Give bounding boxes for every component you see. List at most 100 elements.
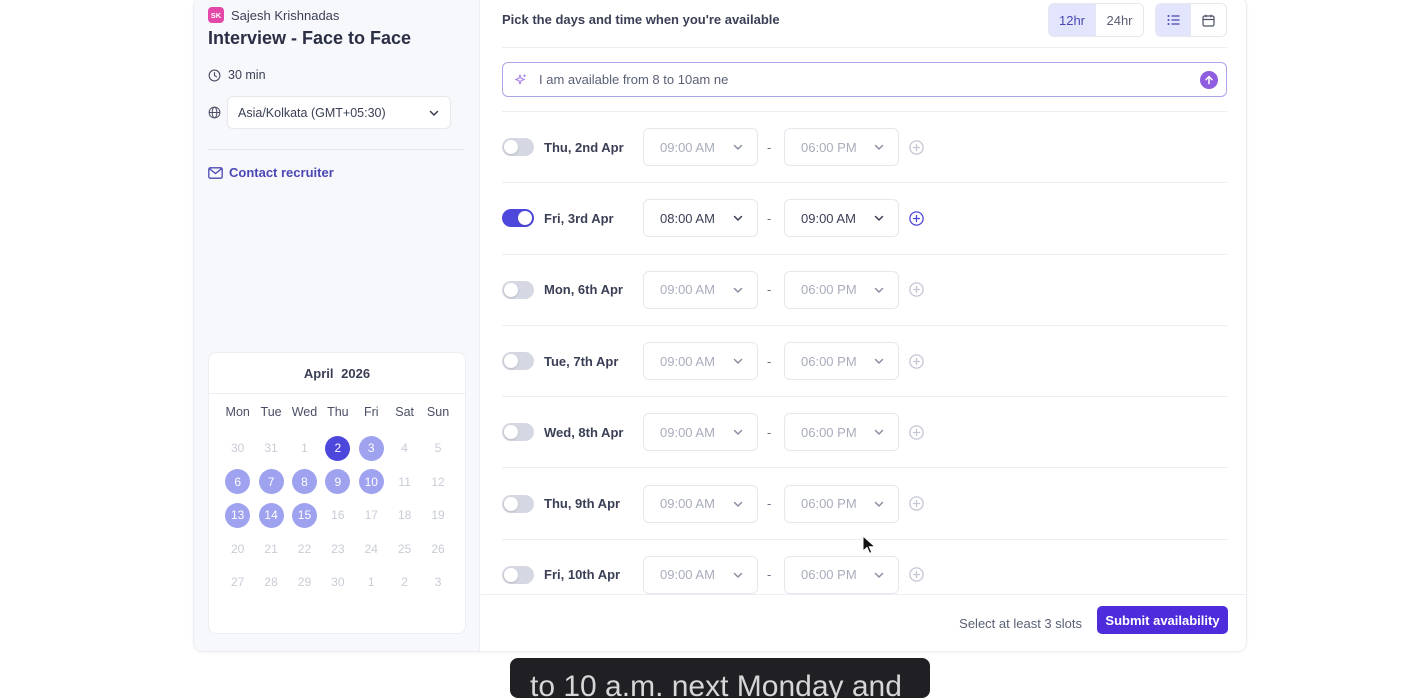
calendar-day-available[interactable]: 15: [288, 499, 321, 533]
timezone-select[interactable]: Asia/Kolkata (GMT+05:30): [227, 96, 451, 129]
add-slot-icon[interactable]: [909, 211, 924, 226]
calendar-day-available[interactable]: 7: [254, 465, 287, 499]
add-slot-icon[interactable]: [909, 282, 924, 297]
end-time-select[interactable]: 06:00 PM: [784, 555, 899, 594]
end-time-select[interactable]: 06:00 PM: [784, 270, 899, 309]
add-slot-icon[interactable]: [909, 425, 924, 440]
end-time-select[interactable]: 06:00 PM: [784, 413, 899, 452]
mouse-cursor-icon: [862, 535, 876, 554]
add-slot-icon[interactable]: [909, 496, 924, 511]
calendar-day-number: 4: [401, 441, 408, 456]
calendar-day: 19: [421, 499, 454, 533]
calendar-day-available[interactable]: 13: [221, 499, 254, 533]
start-time-select[interactable]: 09:00 AM: [643, 484, 758, 523]
mini-calendar: April 2026 Mon Tue Wed Thu Fri Sat Sun 30 31 1 2 3 4…: [208, 352, 466, 634]
contact-label: Contact recruiter: [229, 165, 334, 180]
calendar-day-number: 14: [258, 502, 284, 528]
start-time-select[interactable]: 09:00 AM: [643, 555, 758, 594]
calendar-day-number: 29: [297, 575, 312, 590]
start-time-select[interactable]: 08:00 AM: [643, 199, 758, 238]
chevron-down-icon: [874, 287, 884, 293]
end-time-value: 06:00 PM: [801, 567, 857, 583]
start-time-select[interactable]: 09:00 AM: [643, 413, 758, 452]
weekday-header: Wed: [291, 405, 318, 419]
availability-text-input[interactable]: [539, 72, 1200, 87]
slot-row: Mon, 6th Apr 09:00 AM - 06:00 PM: [502, 253, 1227, 325]
calendar-day-number: 28: [264, 575, 278, 590]
calendar-day-number: 15: [291, 502, 317, 528]
calendar-day-number: 1: [301, 441, 308, 456]
calendar-day-available[interactable]: 9: [321, 465, 354, 499]
start-time-select[interactable]: 09:00 AM: [643, 270, 758, 309]
calendar-day-available[interactable]: 8: [288, 465, 321, 499]
calendar-day-number: 24: [364, 541, 378, 556]
start-time-value: 08:00 AM: [660, 210, 715, 226]
add-slot-icon[interactable]: [909, 353, 924, 369]
end-time-select[interactable]: 06:00 PM: [784, 484, 899, 523]
end-time-value: 06:00 PM: [801, 496, 857, 512]
calendar-day-number: 7: [258, 469, 284, 495]
calendar-day-number: 3: [434, 575, 442, 590]
weekday-header: Fri: [363, 405, 379, 419]
weekday-header: Tue: [260, 405, 282, 419]
calendar-day-selected[interactable]: 2: [321, 432, 354, 466]
start-time-value: 09:00 AM: [660, 353, 715, 369]
chevron-down-icon: [733, 287, 743, 293]
day-toggle[interactable]: [502, 565, 534, 584]
slot-day-label: Fri, 3rd Apr: [544, 210, 614, 226]
day-toggle[interactable]: [502, 280, 534, 299]
calendar-day: 21: [254, 532, 287, 566]
header-divider: [502, 47, 1227, 48]
calendar-day-available[interactable]: 3: [355, 432, 388, 466]
day-toggle[interactable]: [502, 352, 534, 371]
calendar-day: 29: [288, 566, 321, 600]
calendar-grid: Mon Tue Wed Thu Fri Sat Sun 30 31 1 2 3 4 5 6 7 8 9 10 11 12…: [221, 398, 465, 599]
format-12hr-button[interactable]: 12hr: [1049, 4, 1096, 36]
calendar-day: 4: [388, 432, 421, 466]
add-slot-icon[interactable]: [909, 139, 924, 155]
add-slot-icon[interactable]: [909, 567, 924, 583]
end-time-value: 09:00 AM: [801, 210, 856, 226]
calendar-day-available[interactable]: 10: [355, 465, 388, 499]
host-info: SK Sajesh Krishnadas: [208, 7, 339, 23]
day-toggle[interactable]: [502, 209, 534, 228]
calendar-view-button[interactable]: [1191, 4, 1226, 36]
slot-row: Fri, 3rd Apr 08:00 AM - 09:00 AM: [502, 182, 1227, 253]
end-time-select[interactable]: 06:00 PM: [784, 342, 899, 381]
end-time-select[interactable]: 09:00 AM: [784, 199, 899, 238]
calendar-day-number: 12: [431, 474, 445, 489]
format-24hr-button[interactable]: 24hr: [1096, 4, 1143, 36]
calendar-day-number: 1: [367, 575, 375, 590]
start-time-select[interactable]: 09:00 AM: [643, 342, 758, 381]
contact-recruiter-link[interactable]: Contact recruiter: [208, 165, 334, 180]
sidebar-divider: [208, 149, 465, 150]
calendar-day: 11: [388, 465, 421, 499]
calendar-day: 12: [421, 465, 454, 499]
calendar-month: April: [303, 366, 334, 381]
start-time-select[interactable]: 09:00 AM: [643, 128, 758, 167]
calendar-day: 5: [421, 432, 454, 466]
send-button[interactable]: [1200, 70, 1218, 89]
calendar-day-available[interactable]: 6: [221, 465, 254, 499]
list-view-button[interactable]: [1156, 4, 1191, 36]
arrow-up-icon: [1205, 75, 1213, 84]
day-toggle[interactable]: [502, 494, 534, 513]
calendar-day: 28: [254, 566, 287, 600]
day-toggle[interactable]: [502, 423, 534, 442]
chevron-down-icon: [733, 501, 743, 507]
end-time-value: 06:00 PM: [801, 353, 857, 369]
calendar-day-number: 23: [331, 541, 345, 556]
slot-row: Thu, 2nd Apr 09:00 AM - 06:00 PM: [502, 111, 1227, 182]
host-name: Sajesh Krishnadas: [231, 7, 340, 23]
calendar-day: 1: [288, 432, 321, 466]
chevron-down-icon: [874, 501, 884, 507]
submit-availability-button[interactable]: Submit availability: [1097, 606, 1228, 634]
calendar-day-number: 2: [325, 435, 351, 461]
chevron-down-icon: [733, 430, 743, 436]
calendar-day: 25: [388, 532, 421, 566]
slot-day-label: Fri, 10th Apr: [544, 567, 621, 583]
end-time-select[interactable]: 06:00 PM: [784, 128, 899, 167]
calendar-day-number: 8: [291, 469, 317, 495]
day-toggle[interactable]: [502, 138, 534, 157]
calendar-day-available[interactable]: 14: [254, 499, 287, 533]
